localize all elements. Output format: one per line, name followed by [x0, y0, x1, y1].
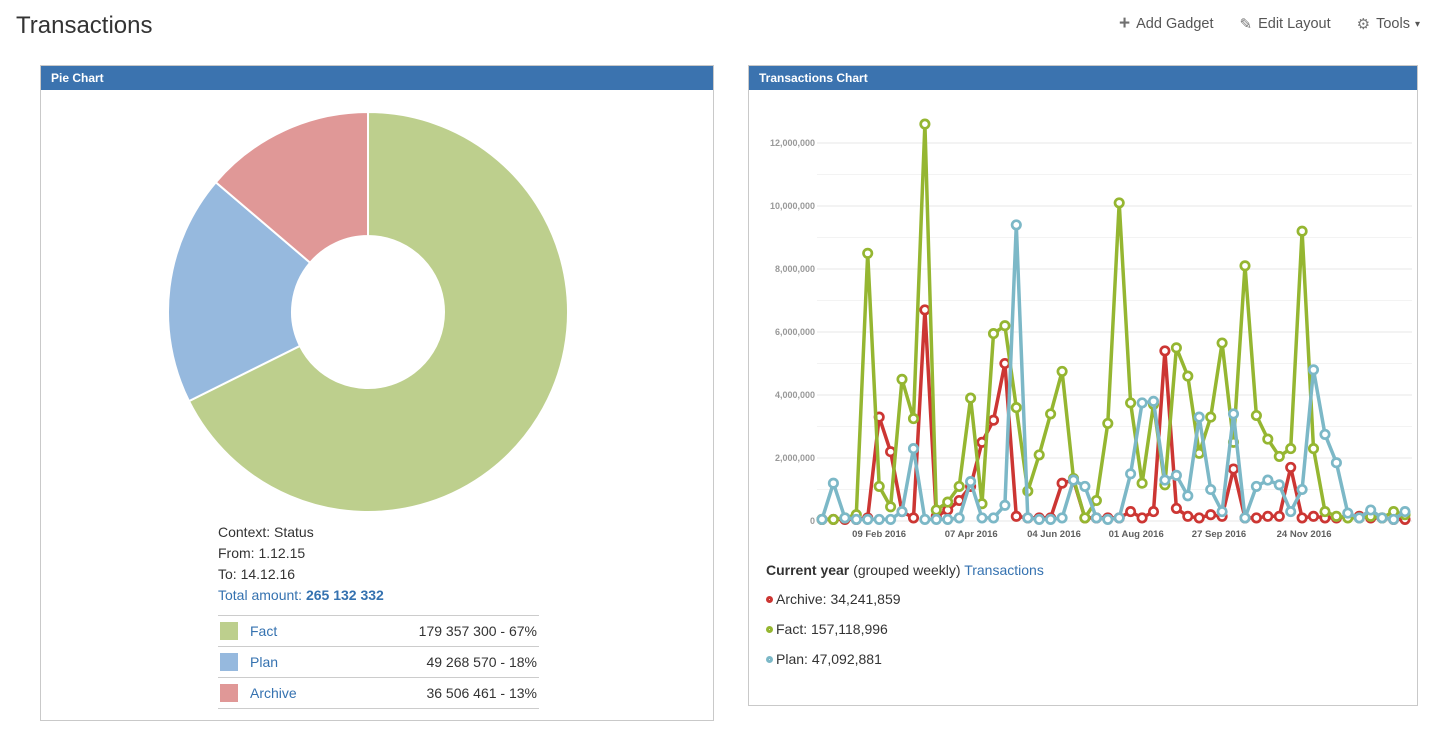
edit-layout-label: Edit Layout — [1258, 16, 1331, 32]
pie-donut-chart[interactable] — [41, 90, 713, 518]
tools-button[interactable]: ⚙ Tools ▾ — [1357, 16, 1420, 32]
list-item: Archive: 34,241,859 — [766, 591, 1417, 607]
plan-legend-value: 49 268 570 - 18% — [333, 647, 539, 678]
svg-text:8,000,000: 8,000,000 — [775, 264, 815, 274]
list-item: Fact: 157,118,996 — [766, 621, 1417, 637]
svg-text:0: 0 — [810, 516, 815, 526]
svg-text:6,000,000: 6,000,000 — [775, 327, 815, 337]
plan-total-label: Plan: 47,092,881 — [776, 651, 882, 667]
archive-total-label: Archive: 34,241,859 — [776, 591, 901, 607]
table-row: Archive 36 506 461 - 13% — [218, 678, 539, 709]
tx-legend-note: (grouped weekly) — [853, 562, 960, 578]
pie-chart-gadget: Pie Chart Context: Status From: 1.12.15 … — [40, 65, 714, 721]
plan-marker-icon — [766, 656, 773, 663]
fact-legend-value: 179 357 300 - 67% — [333, 616, 539, 647]
tx-legend-title: Current year (grouped weekly) Transactio… — [766, 562, 1417, 578]
table-row: Fact 179 357 300 - 67% — [218, 616, 539, 647]
add-gadget-button[interactable]: + Add Gadget — [1119, 16, 1214, 32]
svg-text:01 Aug 2016: 01 Aug 2016 — [1109, 529, 1164, 540]
svg-text:27 Sep 2016: 27 Sep 2016 — [1192, 529, 1246, 540]
svg-text:09 Feb 2016: 09 Feb 2016 — [852, 529, 906, 540]
pie-gadget-title: Pie Chart — [51, 71, 104, 85]
fact-marker-icon — [766, 626, 773, 633]
plan-legend-link[interactable]: Plan — [248, 647, 333, 678]
page-title: Transactions — [16, 12, 153, 40]
pie-legend-table: Fact 179 357 300 - 67% Plan 49 268 570 -… — [218, 615, 539, 709]
svg-text:4,000,000: 4,000,000 — [775, 390, 815, 400]
pie-context-line: Context: Status — [218, 522, 713, 543]
pie-total-label: Total amount: — [218, 587, 302, 603]
archive-legend-link[interactable]: Archive — [248, 678, 333, 709]
pie-total-value: 265 132 332 — [306, 587, 384, 603]
tools-label: Tools — [1376, 16, 1410, 32]
plan-swatch-icon — [220, 653, 238, 671]
transactions-chart-gadget: Transactions Chart 0 2,000,000 4,000,000 6,… — [748, 65, 1418, 706]
transactions-link[interactable]: Transactions — [964, 562, 1044, 578]
svg-text:12,000,000: 12,000,000 — [770, 138, 815, 148]
pie-to-line: To: 14.12.16 — [218, 564, 713, 585]
transactions-line-chart[interactable]: 0 2,000,000 4,000,000 6,000,000 8,000,000 10,… — [749, 90, 1417, 548]
svg-text:2,000,000: 2,000,000 — [775, 453, 815, 463]
pencil-icon: ✎ — [1240, 17, 1253, 32]
fact-legend-link[interactable]: Fact — [248, 616, 333, 647]
fact-total-label: Fact: 157,118,996 — [776, 621, 888, 637]
pie-context-block: Context: Status From: 1.12.15 To: 14.12.… — [218, 522, 713, 606]
plus-icon: + — [1119, 17, 1130, 31]
archive-marker-icon — [766, 596, 773, 603]
gear-icon: ⚙ — [1357, 17, 1370, 32]
chevron-down-icon: ▾ — [1415, 19, 1420, 30]
table-row: Plan 49 268 570 - 18% — [218, 647, 539, 678]
pie-gadget-titlebar[interactable]: Pie Chart — [41, 66, 713, 90]
svg-text:04 Jun 2016: 04 Jun 2016 — [1027, 529, 1081, 540]
add-gadget-label: Add Gadget — [1136, 16, 1213, 32]
tx-legend-title-bold: Current year — [766, 562, 849, 578]
svg-text:07 Apr 2016: 07 Apr 2016 — [945, 529, 998, 540]
svg-text:10,000,000: 10,000,000 — [770, 201, 815, 211]
pie-total-line: Total amount: 265 132 332 — [218, 585, 713, 606]
archive-swatch-icon — [220, 684, 238, 702]
pie-from-line: From: 1.12.15 — [218, 543, 713, 564]
dashboard-header: Transactions + Add Gadget ✎ Edit Layout … — [0, 0, 1438, 40]
svg-text:24 Nov 2016: 24 Nov 2016 — [1277, 529, 1332, 540]
dashboard-toolbar: + Add Gadget ✎ Edit Layout ⚙ Tools ▾ — [1119, 12, 1422, 32]
edit-layout-button[interactable]: ✎ Edit Layout — [1240, 16, 1331, 32]
archive-legend-value: 36 506 461 - 13% — [333, 678, 539, 709]
tx-gadget-title: Transactions Chart — [759, 71, 868, 85]
tx-gadget-titlebar[interactable]: Transactions Chart — [749, 66, 1417, 90]
fact-swatch-icon — [220, 622, 238, 640]
tx-legend-block: Current year (grouped weekly) Transactio… — [749, 548, 1417, 667]
list-item: Plan: 47,092,881 — [766, 651, 1417, 667]
